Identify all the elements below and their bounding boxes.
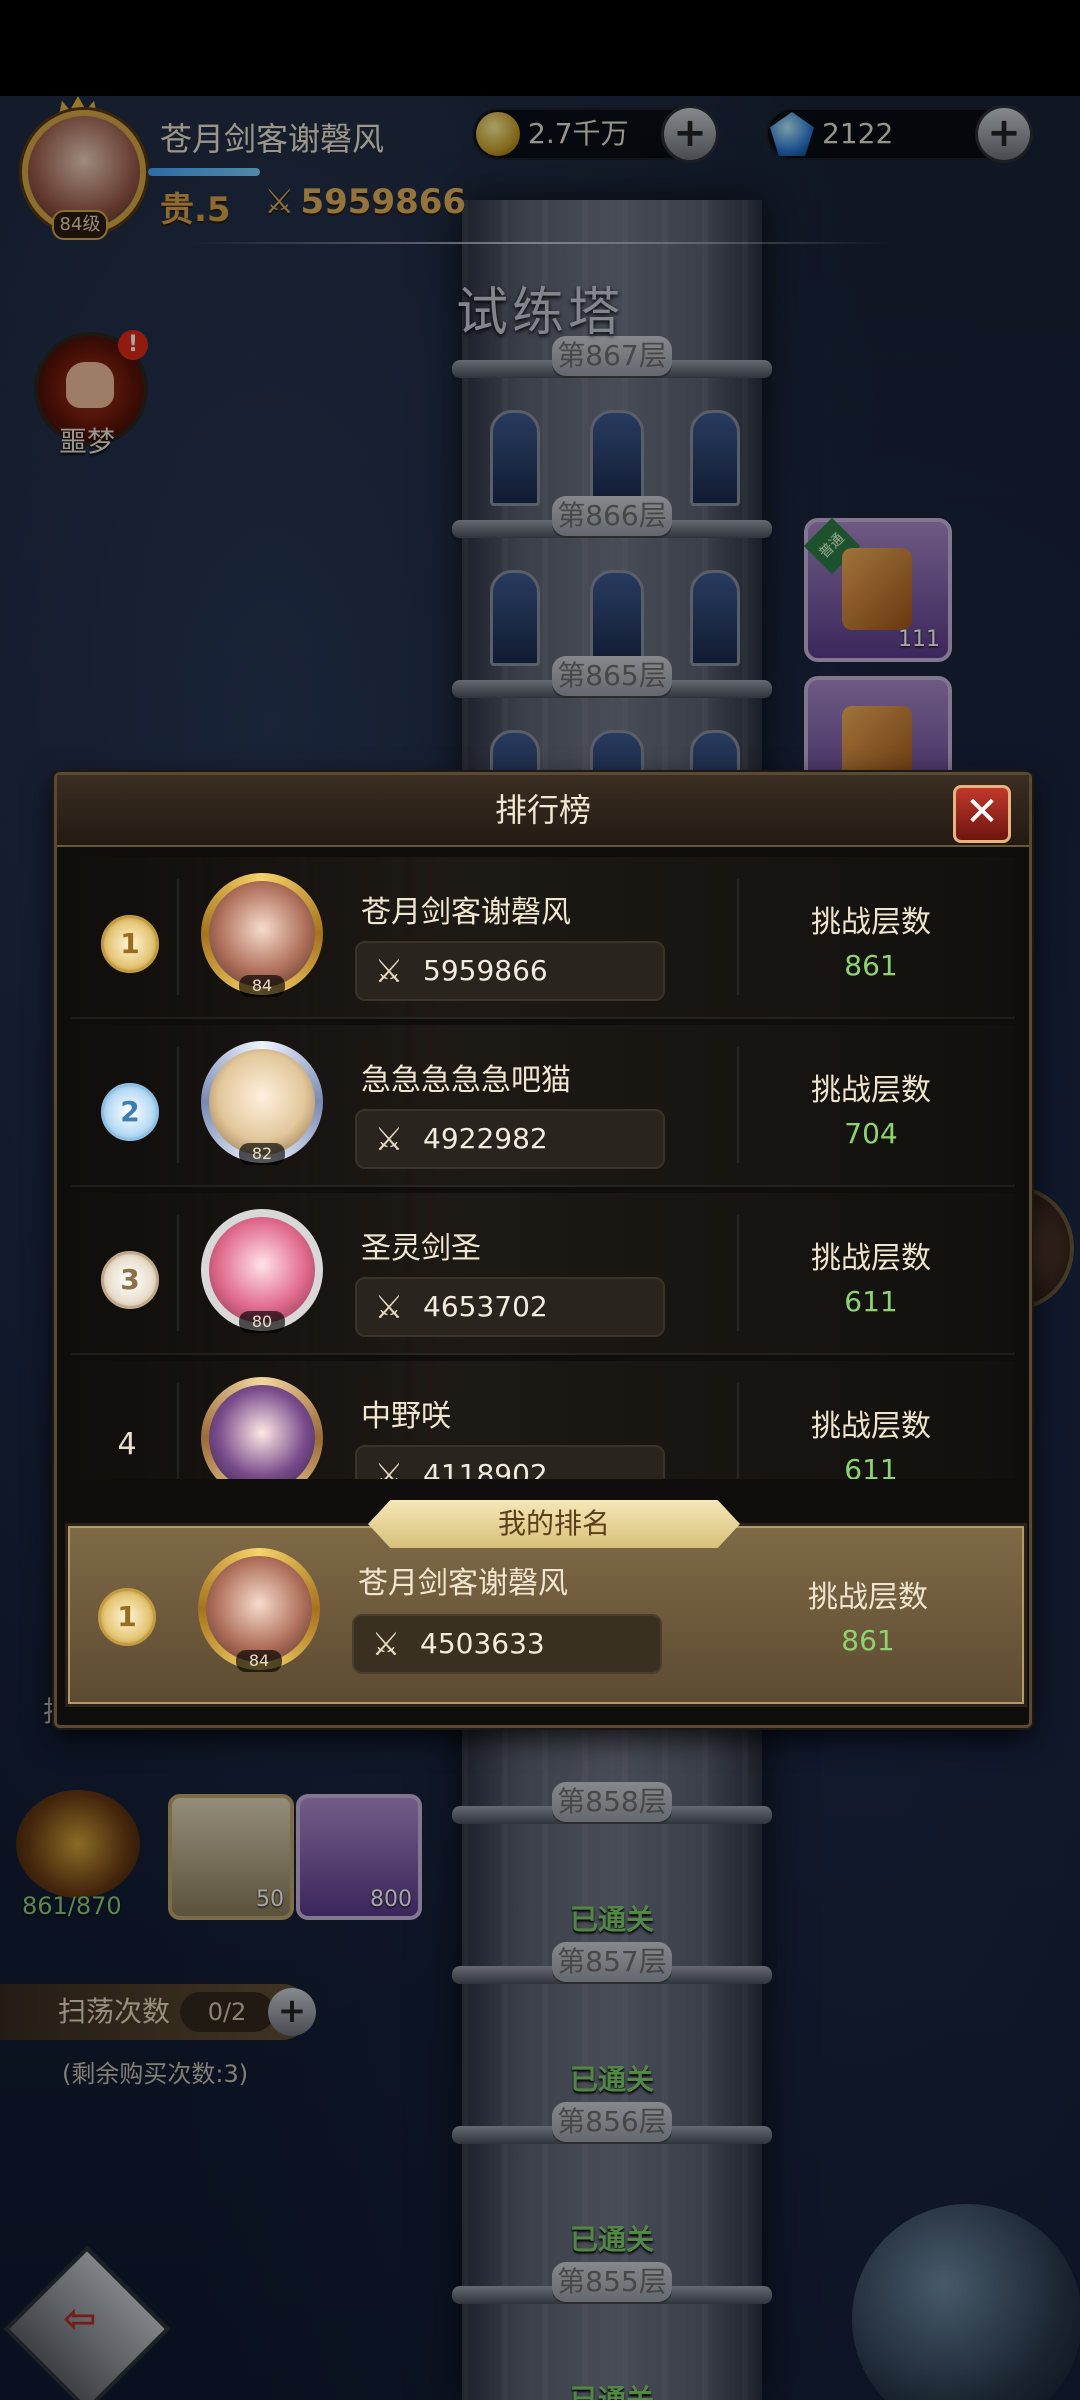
- player-name: 苍月剑客谢磬风: [361, 895, 571, 930]
- challenge-floors: 611: [844, 1285, 898, 1318]
- divider: [737, 1215, 739, 1331]
- avatar-level: 82: [239, 1143, 285, 1165]
- divider: [177, 1383, 179, 1479]
- crossed-swords-icon: ⚔: [371, 1625, 401, 1663]
- power-value: 4118902: [423, 1458, 548, 1479]
- rank-medal: 1: [98, 1588, 156, 1646]
- my-ranking-row: 1 84 苍月剑客谢磬风 ⚔ 4503633 挑战层数 861: [68, 1526, 1012, 1686]
- player-name: 圣灵剑圣: [361, 1231, 481, 1266]
- close-button[interactable]: ✕: [953, 785, 1011, 843]
- my-rank-panel: 我的排名 1 84 苍月剑客谢磬风 ⚔ 4503633 挑战层数 861: [65, 1500, 1027, 1707]
- player-avatar: 84: [201, 873, 323, 997]
- rank-medal: 3: [101, 1251, 159, 1309]
- power-box: ⚔ 4653702: [355, 1277, 665, 1337]
- divider: [737, 1383, 739, 1479]
- challenge-label: 挑战层数: [811, 1241, 931, 1276]
- avatar-level: 84: [239, 975, 285, 997]
- ranking-row[interactable]: 3 80 圣灵剑圣 ⚔ 4653702 挑战层数 611: [71, 1193, 1015, 1355]
- avatar-face: [206, 1556, 312, 1662]
- divider: [737, 879, 739, 995]
- crossed-swords-icon: ⚔: [374, 1120, 404, 1158]
- crossed-swords-icon: ⚔: [374, 1288, 404, 1326]
- player-avatar: 80: [201, 1209, 323, 1333]
- divider: [177, 1047, 179, 1163]
- crossed-swords-icon: ⚔: [374, 1456, 404, 1479]
- challenge-floors: 861: [844, 949, 898, 982]
- avatar-face: [209, 1385, 315, 1479]
- player-name: 苍月剑客谢磬风: [358, 1566, 568, 1601]
- crossed-swords-icon: ⚔: [374, 952, 404, 990]
- power-value: 4653702: [423, 1290, 548, 1323]
- divider: [177, 1215, 179, 1331]
- avatar-face: [209, 1049, 315, 1155]
- divider: [177, 879, 179, 995]
- ranking-row[interactable]: 2 82 急急急急急吧猫 ⚔ 4922982 挑战层数 704: [71, 1025, 1015, 1187]
- power-value: 4503633: [420, 1627, 545, 1660]
- challenge-label: 挑战层数: [811, 1409, 931, 1444]
- player-avatar: 82: [201, 1041, 323, 1165]
- avatar-face: [209, 1217, 315, 1323]
- avatar-face: [209, 881, 315, 987]
- power-box: ⚔ 5959866: [355, 941, 665, 1001]
- power-value: 4922982: [423, 1122, 548, 1155]
- player-avatar: [201, 1377, 323, 1479]
- dialog-title: 排行榜: [494, 791, 591, 829]
- ranking-row[interactable]: 1 84 苍月剑客谢磬风 ⚔ 5959866 挑战层数 861: [71, 857, 1015, 1019]
- power-box: ⚔ 4922982: [355, 1109, 665, 1169]
- challenge-label: 挑战层数: [811, 1073, 931, 1108]
- challenge-floors: 611: [844, 1453, 898, 1479]
- rank-number: 4: [117, 1427, 137, 1462]
- avatar-level: 84: [236, 1650, 282, 1672]
- challenge-floors: 861: [841, 1624, 895, 1657]
- ranking-row[interactable]: 4 中野咲 ⚔ 4118902 挑战层数 611: [71, 1361, 1015, 1479]
- rank-medal: 1: [101, 915, 159, 973]
- player-name: 中野咲: [361, 1399, 451, 1434]
- dialog-header: 排行榜 ✕: [57, 775, 1029, 847]
- player-avatar: 84: [198, 1548, 320, 1672]
- challenge-floors: 704: [844, 1117, 898, 1150]
- challenge-label: 挑战层数: [808, 1580, 928, 1615]
- divider: [737, 1047, 739, 1163]
- leaderboard-dialog: 排行榜 ✕ 1 84 苍月剑客谢磬风 ⚔ 5959866 挑战层数 861 2 …: [54, 772, 1032, 1728]
- power-box: ⚔ 4503633: [352, 1614, 662, 1674]
- challenge-label: 挑战层数: [811, 905, 931, 940]
- power-box: ⚔ 4118902: [355, 1445, 665, 1479]
- avatar-level: 80: [239, 1311, 285, 1333]
- player-name: 急急急急急吧猫: [361, 1063, 571, 1098]
- game-screen: 第867层 第866层 第865层 第858层 已通关 第857层 已通关 第8…: [0, 0, 1080, 2400]
- rank-medal: 2: [101, 1083, 159, 1141]
- power-value: 5959866: [423, 954, 548, 987]
- ranking-list[interactable]: 1 84 苍月剑客谢磬风 ⚔ 5959866 挑战层数 861 2 82 急急急…: [71, 857, 1015, 1479]
